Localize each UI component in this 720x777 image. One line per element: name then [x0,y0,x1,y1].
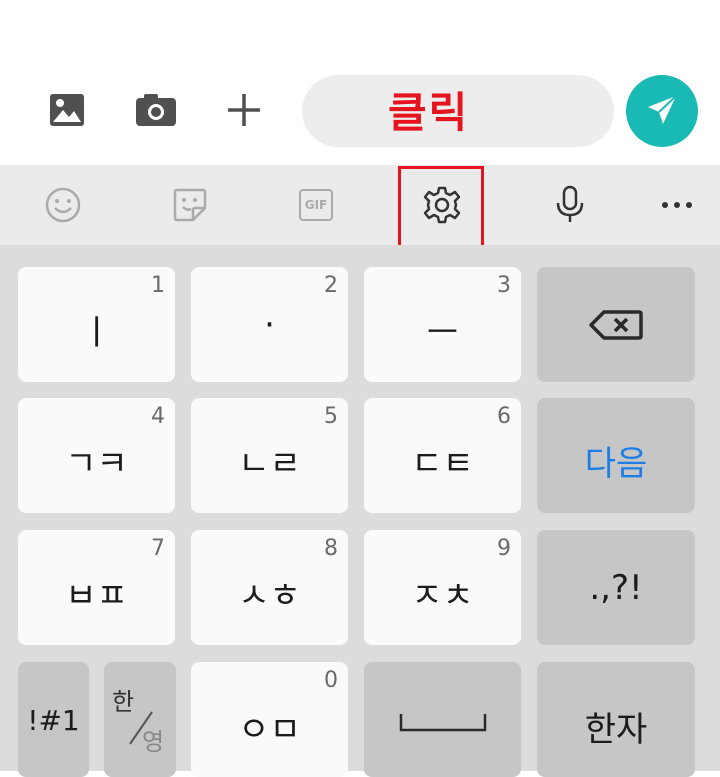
key-label: 다음 [584,444,648,484]
click-annotation: 클릭 [388,88,470,137]
key-d-t[interactable]: 6 ㄷㅌ [364,398,521,513]
key-label-bottom: 영 [142,728,165,756]
key-number: 4 [151,404,165,429]
key-g-k[interactable]: 4 ㄱㅋ [18,398,175,513]
key-label: · [264,305,275,345]
key-number: 8 [324,536,338,561]
key-eu[interactable]: 3 ㅡ [364,267,521,382]
key-number: 3 [497,273,511,298]
next-key[interactable]: 다음 [537,398,695,513]
key-o-m[interactable]: 0 ㅇㅁ [191,662,348,777]
key-number: 6 [497,404,511,429]
language-toggle-key[interactable]: 한 영 [104,662,176,777]
key-b-p[interactable]: 7 ㅂㅍ [18,530,175,645]
punctuation-key[interactable]: .,?! [537,530,695,645]
key-label: .,?! [589,568,643,608]
key-number: 7 [151,536,165,561]
image-icon[interactable] [45,88,89,132]
backspace-icon [589,309,643,340]
sticker-icon[interactable] [165,180,215,230]
key-number: 9 [497,536,511,561]
backspace-key[interactable] [537,267,695,382]
key-label: ㅡ [426,313,459,353]
key-label: ㅣ [80,313,113,353]
message-bar: 클릭 [0,0,720,165]
key-i[interactable]: 1 ㅣ [18,267,175,382]
gif-icon[interactable]: GIF [291,180,341,230]
send-button[interactable] [626,75,698,147]
key-label: ㄴㄹ [238,444,301,484]
key-number: 1 [151,273,165,298]
keyboard-toolbar [0,165,720,245]
camera-icon[interactable] [134,88,178,132]
space-icon [399,713,486,731]
plus-icon[interactable] [222,88,266,132]
key-label: ㅂㅍ [65,576,128,616]
key-label: ㄷㅌ [411,444,474,484]
send-icon [648,95,677,124]
key-label: ㅇㅁ [238,710,301,750]
key-n-r[interactable]: 5 ㄴㄹ [191,398,348,513]
key-label: ㅈㅊ [411,576,474,616]
emoji-icon[interactable] [38,180,88,230]
key-label: ㅅㅎ [238,576,301,616]
hanja-key[interactable]: 한자 [537,662,695,777]
key-label: ㄱㅋ [65,444,128,484]
key-label: !#1 [27,704,80,737]
symbols-key[interactable]: !#1 [18,662,89,777]
key-label: 한자 [584,710,648,750]
key-s-h[interactable]: 8 ㅅㅎ [191,530,348,645]
more-icon[interactable] [652,180,702,230]
key-number: 5 [324,404,338,429]
key-dot[interactable]: 2 · [191,267,348,382]
microphone-icon[interactable] [545,180,595,230]
space-key[interactable] [364,662,521,777]
annotation-highlight-box [398,166,484,248]
key-number: 0 [324,668,338,693]
key-j-ch[interactable]: 9 ㅈㅊ [364,530,521,645]
gif-label: GIF [299,189,333,221]
key-number: 2 [324,273,338,298]
